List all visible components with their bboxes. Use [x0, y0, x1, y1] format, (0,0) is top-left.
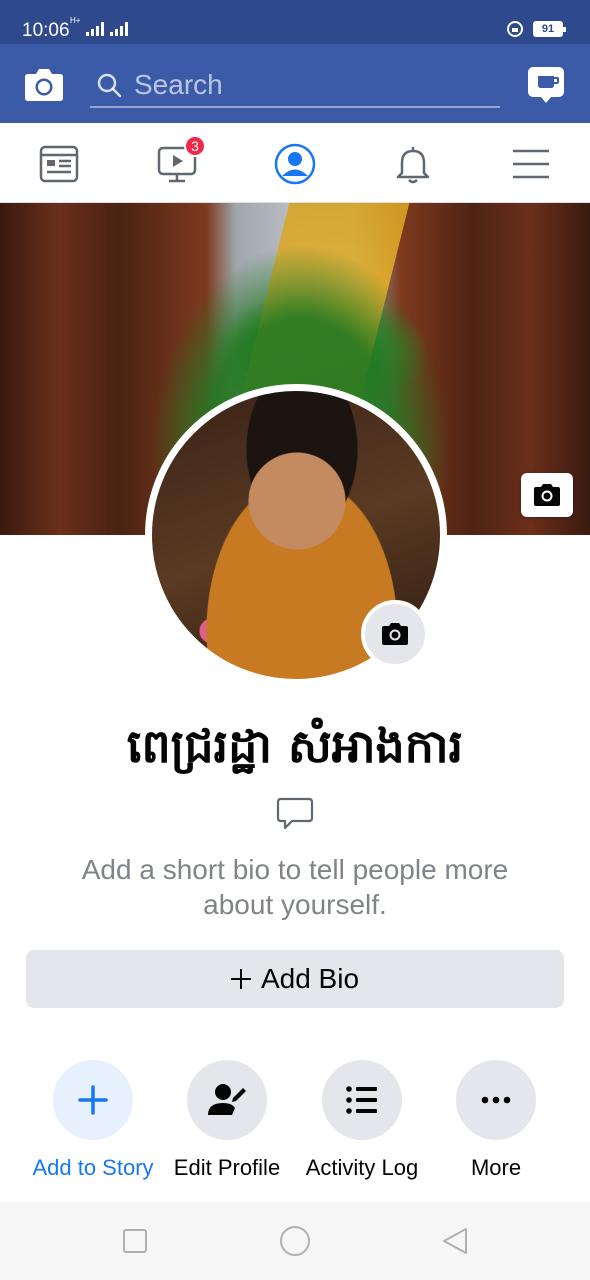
rotation-lock-icon [507, 21, 523, 37]
system-nav-bar [0, 1202, 590, 1280]
back-icon[interactable] [440, 1226, 470, 1256]
activity-log-button[interactable]: Activity Log [297, 1060, 427, 1181]
speech-bubble-icon [276, 797, 314, 830]
edit-profile-picture-button[interactable] [361, 600, 429, 668]
tab-menu[interactable] [510, 143, 552, 185]
edit-profile-button[interactable]: Edit Profile [162, 1060, 292, 1181]
camera-icon [534, 484, 560, 506]
action-label: Edit Profile [173, 1155, 281, 1180]
status-bar: 10:06 H+ 91 [0, 0, 590, 44]
edit-cover-button[interactable] [521, 473, 573, 517]
tab-news-feed[interactable] [38, 143, 80, 185]
notification-badge: 3 [184, 135, 206, 157]
camera-icon[interactable] [24, 66, 64, 102]
plus-icon [78, 1085, 108, 1115]
news-feed-icon [39, 145, 79, 183]
more-icon [481, 1096, 511, 1104]
signal-icon [86, 22, 104, 36]
list-icon [346, 1086, 377, 1114]
tab-profile[interactable] [274, 143, 316, 185]
nav-tabs: 3 [0, 123, 590, 203]
action-label: More [470, 1155, 522, 1180]
network-type: H+ [70, 16, 81, 25]
tab-watch[interactable]: 3 [156, 135, 206, 185]
add-bio-button[interactable]: Add Bio [26, 950, 564, 1008]
recents-icon[interactable] [123, 1229, 147, 1253]
search-icon [97, 73, 122, 98]
action-label: Add to Story [32, 1155, 154, 1180]
home-icon[interactable] [280, 1226, 310, 1256]
edit-profile-icon [208, 1084, 246, 1115]
search-bar[interactable] [90, 64, 500, 108]
profile-name: ពេជ្ររដ្ឋា សំអាងការ [126, 719, 464, 773]
add-bio-label: Add Bio [260, 963, 360, 994]
add-to-story-button[interactable]: Add to Story [28, 1060, 158, 1181]
search-input[interactable] [134, 66, 494, 104]
messenger-icon[interactable] [527, 66, 565, 104]
status-time: 10:06 [22, 20, 70, 41]
signal-icon [110, 22, 128, 36]
profile-icon [274, 143, 316, 185]
app-bar [0, 44, 590, 123]
bio-hint: Add a short bio to tell people more abou… [81, 854, 509, 920]
action-label: Activity Log [305, 1155, 419, 1180]
battery-icon: 91 [533, 21, 566, 37]
hamburger-menu-icon [513, 149, 549, 179]
plus-icon [230, 969, 251, 989]
more-button[interactable]: More [431, 1060, 561, 1181]
tab-notifications[interactable] [392, 143, 434, 185]
bell-icon [396, 147, 430, 184]
camera-icon [382, 623, 408, 645]
